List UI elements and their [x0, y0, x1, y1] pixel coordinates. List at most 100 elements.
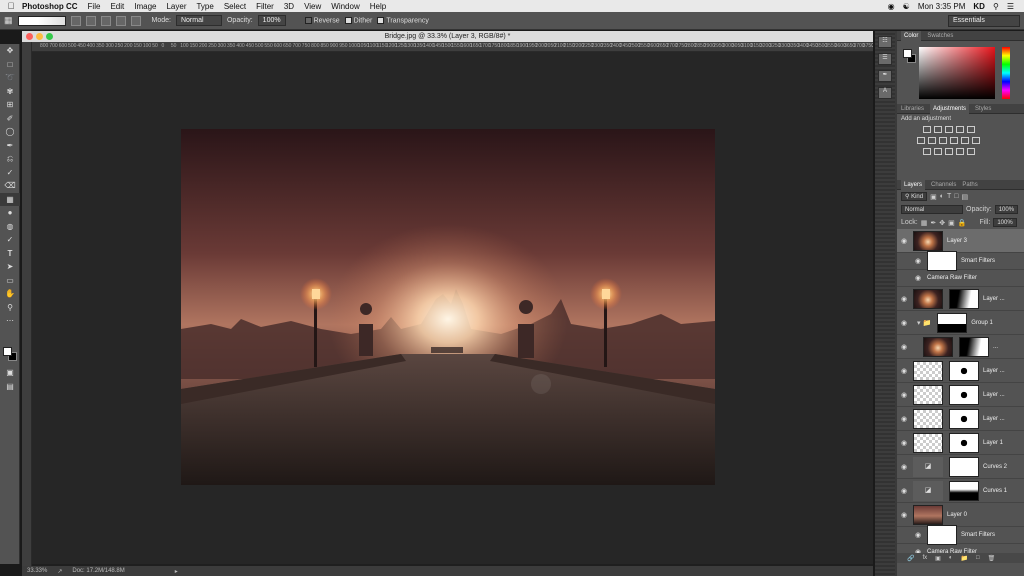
- user-name[interactable]: KD: [973, 2, 985, 11]
- visibility-eye-icon[interactable]: ◉: [913, 274, 923, 282]
- gradient-tool-icon[interactable]: ▦: [0, 192, 20, 206]
- layer-row[interactable]: ◉ Layer 3: [897, 229, 1024, 253]
- menu-view[interactable]: View: [304, 2, 321, 11]
- brightness-icon[interactable]: [923, 126, 931, 133]
- character-panel-icon[interactable]: A: [878, 87, 892, 99]
- layer-name[interactable]: Layer ...: [983, 296, 1005, 302]
- radial-gradient-button[interactable]: [85, 15, 96, 26]
- visibility-eye-icon[interactable]: ◉: [913, 257, 923, 265]
- app-name[interactable]: Photoshop CC: [22, 2, 78, 11]
- layer-row[interactable]: ◉ Layer ...: [897, 407, 1024, 431]
- workspace-select[interactable]: Essentials: [948, 15, 1020, 27]
- reverse-checkbox[interactable]: Reverse: [304, 16, 340, 24]
- lasso-tool-icon[interactable]: ➰: [0, 71, 20, 85]
- marquee-tool-icon[interactable]: □: [0, 58, 20, 72]
- quick-mask-icon[interactable]: ▣: [0, 366, 20, 380]
- menu-3d[interactable]: 3D: [284, 2, 294, 11]
- minimize-icon[interactable]: [36, 33, 43, 40]
- layer-thumbnail[interactable]: [923, 336, 953, 357]
- smart-filter-mask[interactable]: [927, 251, 957, 271]
- bridge-photo[interactable]: [181, 129, 715, 485]
- horizontal-ruler[interactable]: 800 700 600 500 450 400 350 300 250 200 150 100 50 0 5…: [32, 42, 873, 52]
- pen-tool-icon[interactable]: ✓: [0, 233, 20, 247]
- fill-field[interactable]: 100%: [993, 218, 1017, 227]
- opacity-field[interactable]: 100%: [994, 205, 1019, 214]
- crop-tool-icon[interactable]: ⊞: [0, 98, 20, 112]
- vertical-ruler[interactable]: [22, 42, 32, 566]
- color-panel-foreground[interactable]: [903, 49, 912, 58]
- invert-icon[interactable]: [923, 148, 931, 155]
- lock-position-icon[interactable]: ✥: [939, 219, 945, 227]
- layer-name[interactable]: Layer ...: [983, 368, 1005, 374]
- filter-shape-icon[interactable]: □: [954, 193, 958, 200]
- color-lookup-icon[interactable]: [972, 137, 980, 144]
- layer-name[interactable]: Layer ...: [983, 416, 1005, 422]
- hand-tool-icon[interactable]: ✋: [0, 287, 20, 301]
- more-tools-icon[interactable]: ⋯: [0, 314, 20, 328]
- layer-thumbnail[interactable]: [913, 384, 943, 405]
- layer-mask-thumbnail[interactable]: [949, 360, 979, 381]
- layer-row[interactable]: ◉ Smart Filters: [897, 251, 1024, 271]
- visibility-eye-icon[interactable]: ◉: [899, 367, 909, 375]
- zoom-level[interactable]: 33.33%: [27, 568, 47, 574]
- angle-gradient-button[interactable]: [100, 15, 111, 26]
- layer-row[interactable]: ◉ ◪ Curves 1: [897, 479, 1024, 503]
- link-layers-icon[interactable]: 🔗: [907, 555, 914, 562]
- kind-filter-select[interactable]: ⚲ Kind: [901, 192, 928, 201]
- curves-icon[interactable]: [945, 126, 953, 133]
- history-brush-tool-icon[interactable]: ✓: [0, 166, 20, 180]
- layer-thumbnail[interactable]: ◪: [913, 456, 943, 477]
- search-icon[interactable]: ⚲: [993, 2, 999, 11]
- delete-layer-icon[interactable]: 🗑: [988, 555, 996, 562]
- tab-channels[interactable]: Channels: [931, 182, 956, 188]
- layer-row[interactable]: ◉ Layer 0: [897, 503, 1024, 527]
- mode-select[interactable]: Normal: [175, 15, 222, 26]
- visibility-eye-icon[interactable]: ◉: [899, 439, 909, 447]
- visibility-eye-icon[interactable]: ◉: [899, 237, 909, 245]
- layer-name[interactable]: Camera Raw Filter: [927, 275, 977, 281]
- tab-libraries[interactable]: Libraries: [901, 106, 924, 112]
- photo-filter-icon[interactable]: [950, 137, 958, 144]
- layer-name[interactable]: Layer 0: [947, 512, 967, 518]
- clock[interactable]: Mon 3:35 PM: [918, 2, 966, 11]
- brush-tool-icon[interactable]: ✒: [0, 139, 20, 153]
- layer-mask-thumbnail[interactable]: [949, 384, 979, 405]
- doc-info[interactable]: Doc: 17.2M/148.8M: [72, 568, 124, 574]
- layer-mask-thumbnail[interactable]: [959, 336, 989, 357]
- threshold-icon[interactable]: [945, 148, 953, 155]
- layer-row[interactable]: ◉ ▾ 📁 Group 1: [897, 311, 1024, 335]
- menu-edit[interactable]: Edit: [110, 2, 124, 11]
- color-swatches[interactable]: [3, 347, 17, 361]
- layer-mask-thumbnail[interactable]: [949, 288, 979, 309]
- layer-thumbnail[interactable]: ◪: [913, 480, 943, 501]
- tab-swatches[interactable]: Swatches: [927, 33, 953, 39]
- layer-name[interactable]: Layer ...: [983, 392, 1005, 398]
- filter-smart-icon[interactable]: ▤: [961, 193, 968, 201]
- visibility-eye-icon[interactable]: ◉: [899, 487, 909, 495]
- menu-layer[interactable]: Layer: [166, 2, 186, 11]
- layer-name[interactable]: Curves 2: [983, 464, 1007, 470]
- visibility-eye-icon[interactable]: ◉: [899, 415, 909, 423]
- smart-filter-mask[interactable]: [927, 525, 957, 545]
- type-tool-icon[interactable]: T: [0, 247, 20, 261]
- new-group-icon[interactable]: 📁: [960, 555, 967, 562]
- layer-name[interactable]: Layer 3: [947, 238, 967, 244]
- quick-select-tool-icon[interactable]: ✾: [0, 85, 20, 99]
- foreground-color[interactable]: [3, 347, 12, 356]
- layer-row[interactable]: ◉ Layer ...: [897, 359, 1024, 383]
- menu-select[interactable]: Select: [224, 2, 246, 11]
- gradient-map-icon[interactable]: [967, 148, 975, 155]
- filter-pixel-icon[interactable]: ▣: [930, 193, 937, 201]
- screen-mode-icon[interactable]: ▤: [0, 380, 20, 394]
- dodge-tool-icon[interactable]: ◍: [0, 220, 20, 234]
- black-white-icon[interactable]: [939, 137, 947, 144]
- layer-thumbnail[interactable]: [913, 408, 943, 429]
- color-picker-field[interactable]: [919, 47, 995, 99]
- exposure-icon[interactable]: [956, 126, 964, 133]
- blur-tool-icon[interactable]: ●: [0, 206, 20, 220]
- export-icon[interactable]: ↗: [57, 568, 62, 575]
- layer-mask-thumbnail[interactable]: [949, 456, 979, 477]
- close-icon[interactable]: [26, 33, 33, 40]
- lock-transparent-icon[interactable]: ▦: [921, 219, 928, 227]
- brush-panel-icon[interactable]: ✒: [878, 70, 892, 82]
